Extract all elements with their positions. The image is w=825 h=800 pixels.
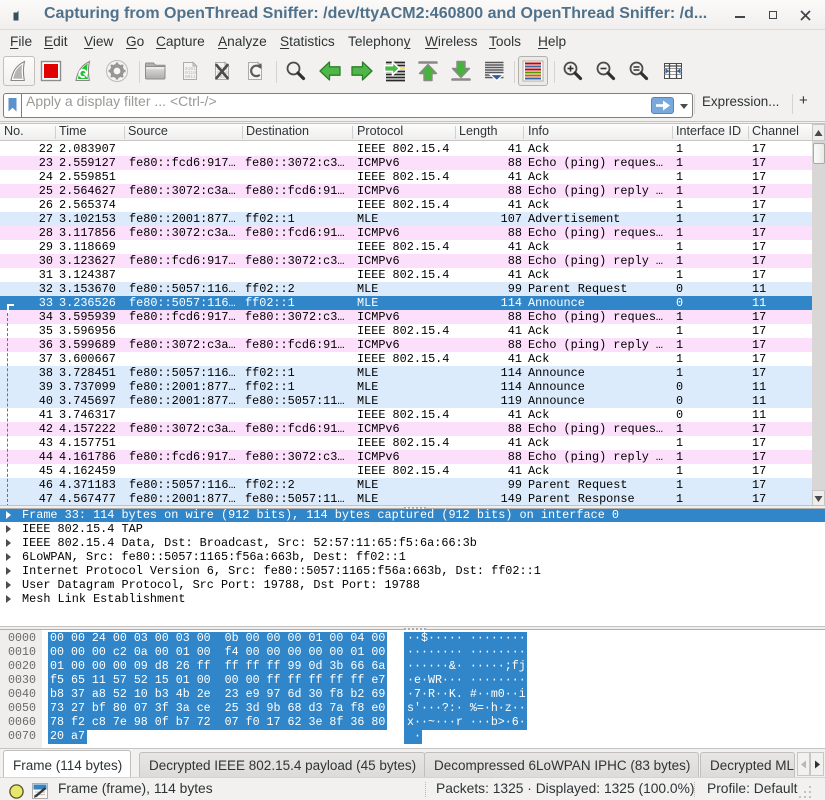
svg-text:0011: 0011: [185, 74, 196, 80]
